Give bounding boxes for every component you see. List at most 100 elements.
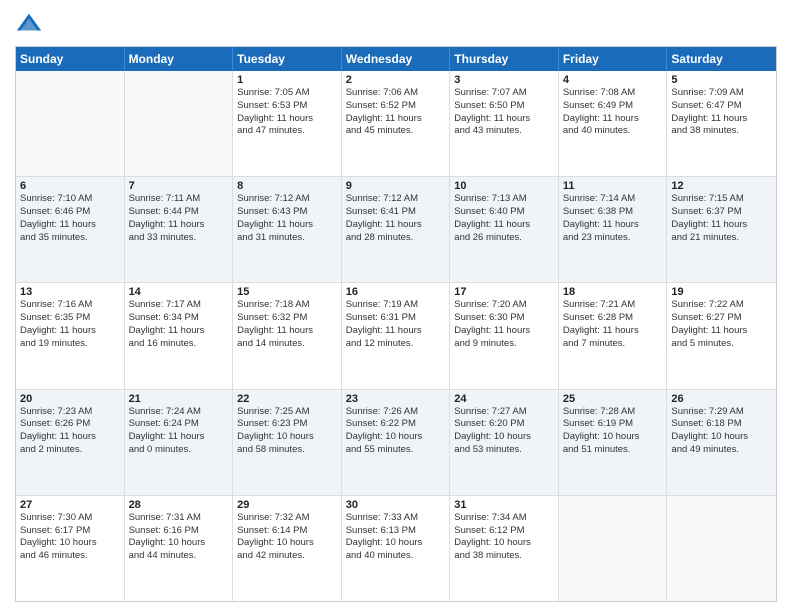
- cell-line: Sunset: 6:34 PM: [129, 312, 229, 325]
- cell-line: Sunrise: 7:31 AM: [129, 512, 229, 525]
- page: SundayMondayTuesdayWednesdayThursdayFrid…: [0, 0, 792, 612]
- cal-cell-r0c4: 3Sunrise: 7:07 AMSunset: 6:50 PMDaylight…: [450, 71, 559, 176]
- cell-line: Sunset: 6:53 PM: [237, 100, 337, 113]
- cell-line: Daylight: 10 hours: [129, 537, 229, 550]
- cell-line: and 5 minutes.: [671, 338, 772, 351]
- header-cell-wednesday: Wednesday: [342, 47, 451, 71]
- cell-line: Sunset: 6:49 PM: [563, 100, 663, 113]
- cal-cell-r0c6: 5Sunrise: 7:09 AMSunset: 6:47 PMDaylight…: [667, 71, 776, 176]
- cell-line: and 33 minutes.: [129, 232, 229, 245]
- day-number: 16: [346, 286, 446, 298]
- cal-cell-r2c1: 14Sunrise: 7:17 AMSunset: 6:34 PMDayligh…: [125, 283, 234, 388]
- cell-line: and 16 minutes.: [129, 338, 229, 351]
- cal-cell-r3c3: 23Sunrise: 7:26 AMSunset: 6:22 PMDayligh…: [342, 390, 451, 495]
- cell-line: Sunrise: 7:26 AM: [346, 406, 446, 419]
- cell-line: and 44 minutes.: [129, 550, 229, 563]
- cal-cell-r1c3: 9Sunrise: 7:12 AMSunset: 6:41 PMDaylight…: [342, 177, 451, 282]
- cell-line: Daylight: 11 hours: [237, 113, 337, 126]
- day-number: 21: [129, 393, 229, 405]
- cell-line: and 55 minutes.: [346, 444, 446, 457]
- day-number: 29: [237, 499, 337, 511]
- cell-line: and 38 minutes.: [671, 125, 772, 138]
- day-number: 13: [20, 286, 120, 298]
- cell-line: and 12 minutes.: [346, 338, 446, 351]
- cal-cell-r1c0: 6Sunrise: 7:10 AMSunset: 6:46 PMDaylight…: [16, 177, 125, 282]
- day-number: 22: [237, 393, 337, 405]
- day-number: 19: [671, 286, 772, 298]
- cell-line: Daylight: 11 hours: [346, 219, 446, 232]
- calendar-header: SundayMondayTuesdayWednesdayThursdayFrid…: [16, 47, 776, 71]
- day-number: 24: [454, 393, 554, 405]
- cell-line: and 43 minutes.: [454, 125, 554, 138]
- cell-line: Sunrise: 7:12 AM: [237, 193, 337, 206]
- header-cell-friday: Friday: [559, 47, 668, 71]
- cell-line: Sunset: 6:41 PM: [346, 206, 446, 219]
- day-number: 1: [237, 74, 337, 86]
- cell-line: Sunset: 6:24 PM: [129, 418, 229, 431]
- day-number: 18: [563, 286, 663, 298]
- cell-line: and 23 minutes.: [563, 232, 663, 245]
- cell-line: Daylight: 11 hours: [129, 431, 229, 444]
- cell-line: Sunrise: 7:07 AM: [454, 87, 554, 100]
- header-cell-thursday: Thursday: [450, 47, 559, 71]
- cal-cell-r4c4: 31Sunrise: 7:34 AMSunset: 6:12 PMDayligh…: [450, 496, 559, 601]
- day-number: 20: [20, 393, 120, 405]
- cell-line: Daylight: 10 hours: [237, 431, 337, 444]
- cell-line: Sunset: 6:18 PM: [671, 418, 772, 431]
- cal-cell-r0c0: [16, 71, 125, 176]
- cell-line: and 47 minutes.: [237, 125, 337, 138]
- cell-line: Sunset: 6:13 PM: [346, 525, 446, 538]
- cell-line: and 58 minutes.: [237, 444, 337, 457]
- cell-line: Daylight: 10 hours: [346, 537, 446, 550]
- cell-line: Sunset: 6:52 PM: [346, 100, 446, 113]
- calendar-row-2: 13Sunrise: 7:16 AMSunset: 6:35 PMDayligh…: [16, 283, 776, 389]
- cell-line: and 28 minutes.: [346, 232, 446, 245]
- cell-line: Sunrise: 7:05 AM: [237, 87, 337, 100]
- cell-line: Sunrise: 7:08 AM: [563, 87, 663, 100]
- cell-line: Sunset: 6:37 PM: [671, 206, 772, 219]
- cell-line: Sunrise: 7:23 AM: [20, 406, 120, 419]
- cell-line: Sunrise: 7:14 AM: [563, 193, 663, 206]
- cell-line: and 40 minutes.: [563, 125, 663, 138]
- cell-line: Sunset: 6:44 PM: [129, 206, 229, 219]
- day-number: 12: [671, 180, 772, 192]
- logo-icon: [15, 10, 43, 38]
- cell-line: Daylight: 11 hours: [671, 219, 772, 232]
- cell-line: Sunrise: 7:27 AM: [454, 406, 554, 419]
- cell-line: Sunrise: 7:21 AM: [563, 299, 663, 312]
- cal-cell-r0c3: 2Sunrise: 7:06 AMSunset: 6:52 PMDaylight…: [342, 71, 451, 176]
- cell-line: Sunset: 6:31 PM: [346, 312, 446, 325]
- calendar-body: 1Sunrise: 7:05 AMSunset: 6:53 PMDaylight…: [16, 71, 776, 601]
- cell-line: and 49 minutes.: [671, 444, 772, 457]
- cal-cell-r1c2: 8Sunrise: 7:12 AMSunset: 6:43 PMDaylight…: [233, 177, 342, 282]
- cell-line: Sunrise: 7:10 AM: [20, 193, 120, 206]
- cell-line: Sunrise: 7:18 AM: [237, 299, 337, 312]
- cell-line: Sunset: 6:30 PM: [454, 312, 554, 325]
- cell-line: Sunset: 6:16 PM: [129, 525, 229, 538]
- cell-line: Daylight: 11 hours: [129, 219, 229, 232]
- cell-line: and 53 minutes.: [454, 444, 554, 457]
- cell-line: and 38 minutes.: [454, 550, 554, 563]
- cell-line: Sunrise: 7:13 AM: [454, 193, 554, 206]
- cell-line: Sunrise: 7:12 AM: [346, 193, 446, 206]
- cell-line: Daylight: 11 hours: [563, 219, 663, 232]
- cell-line: and 14 minutes.: [237, 338, 337, 351]
- calendar-row-4: 27Sunrise: 7:30 AMSunset: 6:17 PMDayligh…: [16, 496, 776, 601]
- cell-line: Sunrise: 7:33 AM: [346, 512, 446, 525]
- cal-cell-r2c5: 18Sunrise: 7:21 AMSunset: 6:28 PMDayligh…: [559, 283, 668, 388]
- day-number: 2: [346, 74, 446, 86]
- cell-line: Sunrise: 7:11 AM: [129, 193, 229, 206]
- cell-line: and 26 minutes.: [454, 232, 554, 245]
- cell-line: and 35 minutes.: [20, 232, 120, 245]
- cal-cell-r3c0: 20Sunrise: 7:23 AMSunset: 6:26 PMDayligh…: [16, 390, 125, 495]
- cell-line: and 45 minutes.: [346, 125, 446, 138]
- cell-line: Daylight: 11 hours: [563, 113, 663, 126]
- cell-line: Sunrise: 7:29 AM: [671, 406, 772, 419]
- cell-line: Daylight: 11 hours: [454, 219, 554, 232]
- cell-line: Daylight: 11 hours: [346, 113, 446, 126]
- day-number: 15: [237, 286, 337, 298]
- header-cell-saturday: Saturday: [667, 47, 776, 71]
- day-number: 14: [129, 286, 229, 298]
- cell-line: Daylight: 10 hours: [454, 537, 554, 550]
- day-number: 27: [20, 499, 120, 511]
